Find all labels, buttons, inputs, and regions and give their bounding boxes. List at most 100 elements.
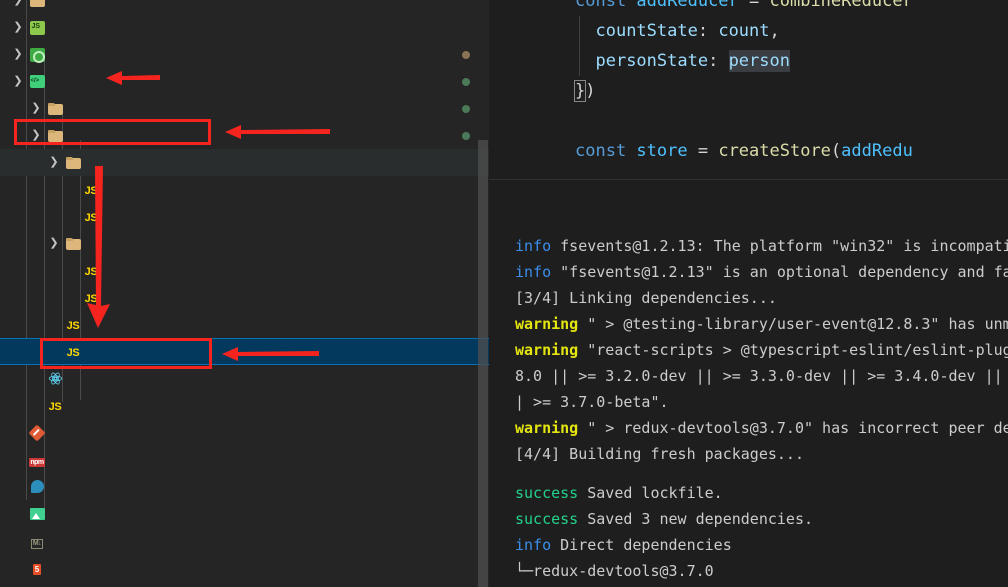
- terminal-log-level: warning: [515, 419, 579, 437]
- npm-file-icon: npm: [29, 458, 45, 467]
- tree-row[interactable]: JS: [0, 311, 489, 338]
- tree-row[interactable]: ❯: [0, 149, 489, 176]
- terminal-log-level: info: [515, 263, 552, 281]
- code-text: countState: count,: [595, 21, 780, 41]
- tree-row[interactable]: JS: [0, 284, 489, 311]
- chevron-right-icon[interactable]: ❯: [10, 0, 26, 14]
- terminal-log-level: info: [515, 237, 552, 255]
- tree-row[interactable]: ❯: [0, 0, 489, 14]
- terminal-line-text: [4/4] Building fresh packages...: [515, 445, 804, 463]
- terminal-line-text: "fsevents@1.2.13" is an optional depende…: [551, 263, 1008, 281]
- javascript-file-icon: JS: [66, 320, 80, 332]
- terminal-line-text: └─redux-devtools@3.7.0: [515, 562, 714, 580]
- terminal-line-text: Saved 3 new dependencies.: [578, 510, 814, 528]
- folder-icon: [29, 0, 45, 7]
- code-editor[interactable]: const addReducer = combineReducer countS…: [489, 0, 1008, 179]
- terminal-line: info fsevents@1.2.13: The platform "win3…: [515, 233, 1008, 259]
- terminal-line: | >= 3.7.0-beta".: [515, 389, 1008, 415]
- code-line[interactable]: }): [489, 76, 1008, 106]
- tree-row[interactable]: M↓: [0, 527, 489, 554]
- folder-icon: [47, 103, 63, 115]
- terminal-log-level: warning: [515, 315, 579, 333]
- folder-icon: [65, 238, 81, 250]
- tree-row[interactable]: [0, 419, 489, 446]
- tree-row[interactable]: 5: [0, 554, 489, 581]
- tree-row[interactable]: ❯: [0, 122, 489, 149]
- chevron-right-icon[interactable]: ❯: [10, 14, 26, 41]
- folder-decoration-dot: [462, 78, 470, 86]
- javascript-file-icon: JS: [48, 401, 62, 413]
- chevron-down-icon[interactable]: ❯: [46, 149, 62, 176]
- code-text: const store = createStore(addRedu: [575, 141, 913, 161]
- code-line[interactable]: const addReducer = combineReducer: [489, 0, 1008, 16]
- terminal-line: info "fsevents@1.2.13" is an optional de…: [515, 259, 1008, 285]
- yarn-file-icon: [30, 480, 44, 493]
- javascript-file-icon: JS: [84, 185, 98, 197]
- code-text: const addReducer = combineReducer: [575, 0, 913, 11]
- image-file-icon: [29, 508, 45, 520]
- terminal-line: 8.0 || >= 3.2.0-dev || >= 3.3.0-dev || >…: [515, 363, 1008, 389]
- tree-row[interactable]: ❯: [0, 95, 489, 122]
- javascript-file-icon: JS: [84, 293, 98, 305]
- chevron-down-icon[interactable]: ❯: [28, 122, 44, 149]
- tree-row[interactable]: JS: [0, 203, 489, 230]
- code-text: }): [573, 80, 596, 102]
- code-line[interactable]: const store = createStore(addRedu: [489, 136, 1008, 166]
- tree-row[interactable]: [0, 473, 489, 500]
- public-folder-icon: [29, 48, 45, 63]
- tree-row[interactable]: [0, 500, 489, 527]
- sidebar-scrollbar[interactable]: [478, 140, 488, 587]
- javascript-file-icon: JS: [84, 212, 98, 224]
- react-file-icon: [48, 368, 63, 385]
- terminal-log-level: info: [515, 536, 552, 554]
- terminal-line-text: Direct dependencies: [551, 536, 732, 554]
- explorer-sidebar: ❯❯❯❯❯❯❯JSJS❯JSJSJSJSJSnpmM↓5: [0, 0, 489, 587]
- tree-row[interactable]: JS: [0, 176, 489, 203]
- git-file-icon: [28, 424, 46, 442]
- tree-row[interactable]: ❯: [0, 14, 489, 41]
- terminal-line: success Saved lockfile.: [515, 480, 1008, 506]
- nodejs-folder-icon: [29, 21, 45, 35]
- terminal-line: warning " > redux-devtools@3.7.0" has in…: [515, 415, 1008, 441]
- folder-icon: [65, 157, 81, 169]
- code-line[interactable]: [489, 106, 1008, 136]
- terminal-line-text: " > @testing-library/user-event@12.8.3" …: [578, 315, 1008, 333]
- terminal-line: [3/4] Linking dependencies...: [515, 285, 1008, 311]
- folder-decoration-dot: [462, 51, 470, 59]
- terminal-line-text: Saved lockfile.: [578, 484, 723, 502]
- terminal-line-text: | >= 3.7.0-beta".: [515, 393, 669, 411]
- terminal-line-text: 8.0 || >= 3.2.0-dev || >= 3.3.0-dev || >…: [515, 367, 1003, 385]
- chevron-down-icon[interactable]: ❯: [46, 230, 62, 257]
- folder-decoration-dot: [462, 132, 470, 140]
- tree-row[interactable]: JS: [0, 257, 489, 284]
- tree-row[interactable]: JS: [0, 338, 489, 365]
- src-folder-icon: [29, 75, 45, 88]
- tree-row[interactable]: ❯: [0, 230, 489, 257]
- code-text: personState: person: [595, 50, 790, 72]
- panel-tab-bar[interactable]: [489, 180, 599, 215]
- tree-row[interactable]: JS: [0, 392, 489, 419]
- terminal-line-text: "react-scripts > @typescript-eslint/esli…: [578, 341, 1008, 359]
- vscode-window: ❯❯❯❯❯❯❯JSJS❯JSJSJSJSJSnpmM↓5 const addRe…: [0, 0, 1008, 587]
- code-line[interactable]: countState: count,: [489, 16, 1008, 46]
- tree-row[interactable]: ❯: [0, 68, 489, 95]
- terminal-log-level: success: [515, 484, 579, 502]
- tree-row[interactable]: [0, 365, 489, 392]
- chevron-right-icon[interactable]: ❯: [28, 95, 44, 122]
- code-line[interactable]: personState: person: [489, 46, 1008, 76]
- terminal-line-text: " > redux-devtools@3.7.0" has incorrect …: [578, 419, 1008, 437]
- terminal-log-level: warning: [515, 341, 579, 359]
- terminal-line: [4/4] Building fresh packages...: [515, 441, 1008, 467]
- html-file-icon: 5: [32, 564, 42, 575]
- terminal-output[interactable]: info fsevents@1.2.13: The platform "win3…: [489, 220, 1008, 587]
- chevron-down-icon[interactable]: ❯: [10, 68, 26, 95]
- terminal-line: warning " > @testing-library/user-event@…: [515, 311, 1008, 337]
- chevron-right-icon[interactable]: ❯: [10, 41, 26, 68]
- terminal-line-text: [3/4] Linking dependencies...: [515, 289, 777, 307]
- tree-row[interactable]: ❯: [0, 41, 489, 68]
- terminal-line: warning "react-scripts > @typescript-esl…: [515, 337, 1008, 363]
- tree-row[interactable]: npm: [0, 446, 489, 473]
- bottom-panel: info fsevents@1.2.13: The platform "win3…: [489, 179, 1008, 587]
